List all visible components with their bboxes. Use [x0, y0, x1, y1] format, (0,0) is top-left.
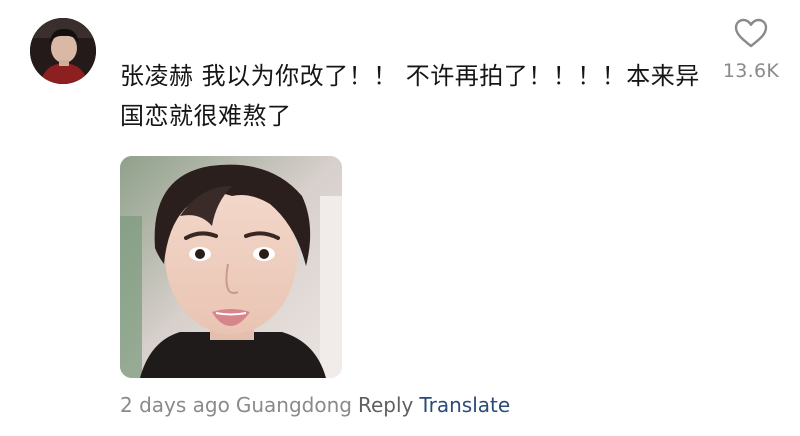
comment-time: 2 days ago: [120, 393, 230, 417]
like-control[interactable]: 13.6K: [718, 18, 784, 82]
like-count: 13.6K: [722, 60, 780, 82]
selfie-image: [120, 156, 342, 378]
avatar[interactable]: [30, 18, 96, 84]
comment-text: 张凌赫 我以为你改了！！ 不许再拍了！！！！本来异国恋就很难熬了: [120, 62, 700, 130]
comment-photo[interactable]: [120, 156, 342, 378]
comment-meta: 2 days ago Guangdong Reply Translate: [120, 391, 516, 419]
translate-button[interactable]: Translate: [419, 393, 510, 417]
comment-location: Guangdong: [235, 393, 352, 417]
avatar-image: [30, 18, 96, 84]
reply-button[interactable]: Reply: [358, 393, 413, 417]
comment-item: 张凌赫 我以为你改了！！ 不许再拍了！！！！本来异国恋就很难熬了 13.6K 2…: [0, 0, 800, 436]
heart-outline-icon[interactable]: [734, 18, 768, 48]
